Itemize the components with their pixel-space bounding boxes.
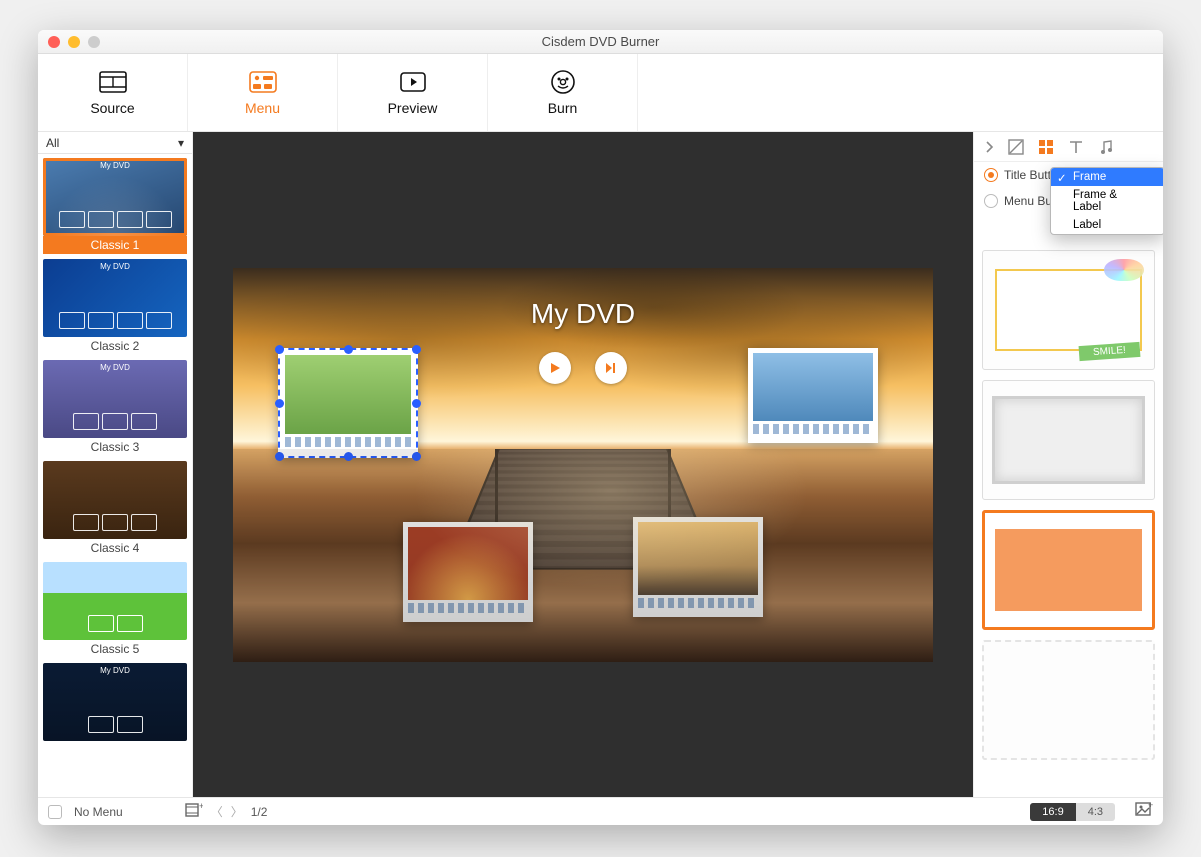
template-sidebar: All ▾ My DVD Classic 1 My DVD Classic 2 … [38, 132, 193, 797]
next-page-icon[interactable]: 〉 [231, 803, 243, 820]
page-indicator: 1/2 [251, 805, 268, 819]
next-button[interactable] [595, 352, 627, 384]
background-image-icon[interactable]: + [1135, 802, 1153, 821]
tab-label: Menu [245, 100, 280, 116]
frame-style-item[interactable] [982, 380, 1155, 500]
play-rect-icon [399, 70, 427, 94]
scene-button-3[interactable] [403, 522, 533, 622]
window-title: Cisdem DVD Burner [38, 34, 1163, 49]
template-caption: Classic 5 [43, 640, 187, 658]
filter-label: All [46, 136, 59, 150]
play-button[interactable] [539, 352, 571, 384]
tab-label: Source [90, 100, 134, 116]
content-area: All ▾ My DVD Classic 1 My DVD Classic 2 … [38, 132, 1163, 797]
page-controls: + 〈 〉 1/2 [185, 802, 268, 821]
template-item[interactable]: My DVD Classic 1 [43, 158, 187, 254]
no-menu-checkbox[interactable] [48, 805, 62, 819]
scene-button-1[interactable] [278, 348, 418, 458]
template-filter-dropdown[interactable]: All ▾ [38, 132, 192, 154]
pier-decor [423, 449, 743, 662]
tab-source[interactable]: Source [38, 54, 188, 131]
frame-style-list[interactable] [974, 242, 1163, 797]
tab-preview[interactable]: Preview [338, 54, 488, 131]
frame-icon[interactable] [1038, 139, 1054, 155]
no-menu-label: No Menu [74, 805, 123, 819]
template-caption [43, 741, 187, 745]
template-caption: Classic 2 [43, 337, 187, 355]
template-item[interactable]: My DVD Classic 2 [43, 259, 187, 355]
radio-icon [984, 194, 998, 208]
template-caption: Classic 4 [43, 539, 187, 557]
aspect-option[interactable]: 16:9 [1030, 803, 1075, 821]
dvd-title[interactable]: My DVD [233, 298, 933, 330]
close-icon[interactable] [48, 36, 60, 48]
tab-label: Preview [388, 100, 438, 116]
disc-icon [549, 70, 577, 94]
template-item[interactable]: My DVD Classic 3 [43, 360, 187, 456]
chevron-down-icon: ▾ [178, 136, 184, 150]
tab-label: Burn [548, 100, 578, 116]
frame-style-item[interactable] [982, 640, 1155, 760]
bottom-bar: No Menu + 〈 〉 1/2 16:9 4:3 + [38, 797, 1163, 825]
template-list[interactable]: My DVD Classic 1 My DVD Classic 2 My DVD… [38, 154, 192, 797]
aspect-ratio-toggle[interactable]: 16:9 4:3 [1030, 803, 1115, 821]
prev-page-icon[interactable]: 〈 [211, 803, 223, 820]
window-controls [38, 36, 100, 48]
playback-controls [539, 352, 627, 384]
tab-burn[interactable]: Burn [488, 54, 638, 131]
add-page-icon[interactable]: + [185, 802, 203, 821]
zoom-icon[interactable] [88, 36, 100, 48]
template-item[interactable]: Classic 5 [43, 562, 187, 658]
filmstrip-icon [99, 70, 127, 94]
scene-button-4[interactable] [633, 517, 763, 617]
svg-text:+: + [199, 802, 203, 811]
template-caption: Classic 1 [43, 236, 187, 254]
property-tabs [974, 132, 1163, 162]
radio-icon [984, 168, 998, 182]
tab-menu[interactable]: Menu [188, 54, 338, 131]
menu-canvas[interactable]: My DVD [233, 268, 933, 662]
template-caption: Classic 3 [43, 438, 187, 456]
dropdown-option[interactable]: Label [1051, 216, 1163, 234]
text-icon[interactable] [1068, 139, 1084, 155]
aspect-option[interactable]: 4:3 [1076, 803, 1115, 821]
app-window: Cisdem DVD Burner Source Menu Preview Bu… [38, 30, 1163, 825]
main-toolbar: Source Menu Preview Burn [38, 54, 1163, 132]
frame-style-item[interactable] [982, 510, 1155, 630]
dropdown-option[interactable]: Frame & Label [1051, 186, 1163, 216]
menu-layout-icon [249, 70, 277, 94]
frame-mode-dropdown[interactable]: Frame Frame & Label Label [1050, 167, 1163, 235]
canvas-area: My DVD [193, 132, 973, 797]
collapse-arrow-icon[interactable] [984, 140, 994, 154]
minimize-icon[interactable] [68, 36, 80, 48]
titlebar: Cisdem DVD Burner [38, 30, 1163, 54]
frame-style-item[interactable] [982, 250, 1155, 370]
scene-button-2[interactable] [748, 348, 878, 443]
template-item[interactable]: Classic 4 [43, 461, 187, 557]
dropdown-option[interactable]: Frame [1051, 168, 1163, 186]
template-item[interactable]: My DVD [43, 663, 187, 745]
properties-panel: Title Button Menu Button Frame Frame & L… [973, 132, 1163, 797]
svg-text:+: + [1148, 802, 1153, 810]
no-pattern-icon[interactable] [1008, 139, 1024, 155]
music-icon[interactable] [1098, 139, 1114, 155]
